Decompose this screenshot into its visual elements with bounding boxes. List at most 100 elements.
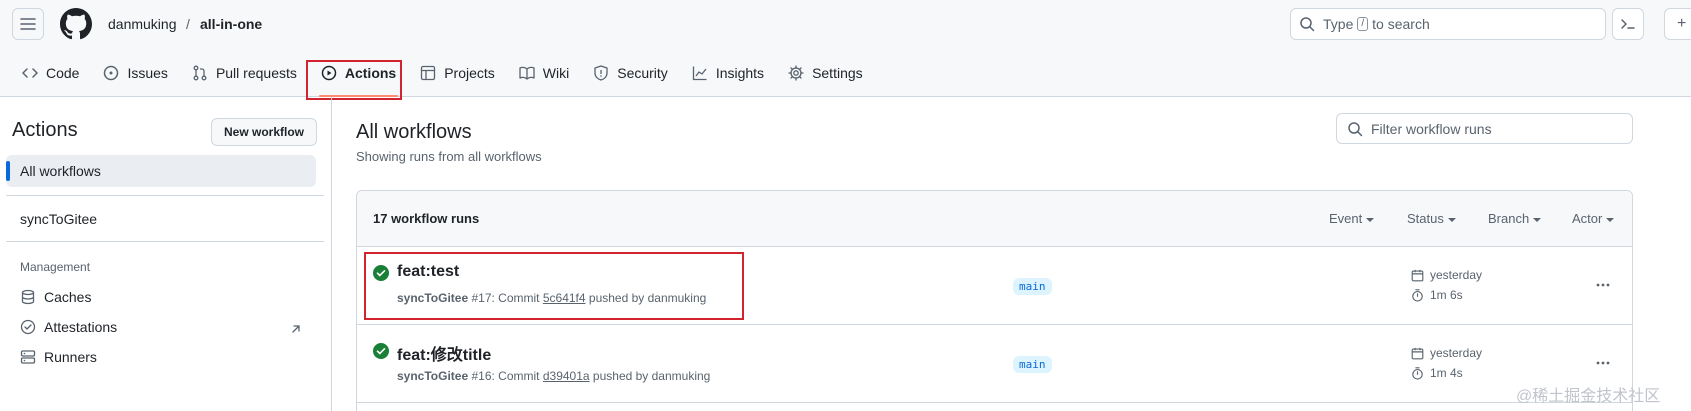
run-pushed-by: pushed by danmuking	[592, 369, 711, 383]
run-when: yesterday	[1430, 268, 1483, 282]
new-workflow-button[interactable]: New workflow	[211, 118, 317, 146]
search-suffix: to search	[1372, 16, 1430, 32]
chevron-down-icon	[1533, 217, 1542, 222]
menu-button[interactable]	[12, 8, 44, 40]
create-new-button[interactable]: +	[1664, 8, 1691, 40]
command-palette-button[interactable]	[1612, 8, 1644, 40]
filter-label: Branch	[1488, 211, 1530, 226]
code-icon	[22, 68, 38, 78]
tab-projects[interactable]: Projects	[410, 56, 505, 90]
stopwatch-icon	[1412, 366, 1423, 380]
sidebar-item-label: Attestations	[44, 319, 118, 335]
table-icon	[421, 65, 436, 81]
actor-filter-dropdown[interactable]: Actor	[1572, 211, 1615, 226]
branch-filter-dropdown[interactable]: Branch	[1488, 211, 1542, 226]
breadcrumb-repo[interactable]: all-in-one	[200, 16, 262, 32]
run-number: #16	[471, 369, 492, 383]
graph-icon	[692, 66, 707, 81]
run-highlight	[364, 252, 744, 320]
sidebar-item-label: Runners	[44, 349, 97, 365]
run-duration: 1m 4s	[1411, 366, 1463, 380]
global-search[interactable]: Type / to search	[1290, 8, 1606, 40]
run-title-link[interactable]: feat:修改title	[397, 341, 491, 365]
server-icon	[20, 350, 36, 364]
pull-request-icon	[193, 65, 207, 81]
management-heading: Management	[20, 260, 91, 274]
run-workflow-name: syncToGitee	[397, 369, 469, 383]
branch-badge[interactable]: main	[1013, 356, 1052, 373]
tab-label: Wiki	[542, 65, 570, 81]
tab-pull-requests[interactable]: Pull requests	[182, 56, 307, 90]
tab-insights[interactable]: Insights	[682, 56, 774, 90]
tab-label: Security	[617, 65, 668, 81]
watermark: @稀土掘金技术社区	[1516, 388, 1661, 405]
search-shortcut-key: /	[1357, 17, 1369, 31]
run-duration-value: 1m 4s	[1430, 366, 1463, 380]
sidebar-item-synctogitee[interactable]: syncToGitee	[20, 211, 97, 227]
repo-tabs: Code Issues Pull requests Actions Projec…	[12, 56, 877, 97]
sidebar-item-all-workflows[interactable]: All workflows	[6, 155, 316, 187]
search-icon	[1300, 17, 1315, 32]
book-icon	[519, 66, 535, 80]
sidebar-title: Actions	[12, 119, 78, 141]
tab-label: Projects	[444, 65, 495, 81]
event-filter-dropdown[interactable]: Event	[1329, 211, 1375, 226]
github-logo-icon[interactable]	[60, 8, 92, 40]
plus-icon: +	[1677, 15, 1687, 32]
tab-wiki[interactable]: Wiki	[509, 56, 579, 90]
filter-label: Event	[1329, 211, 1363, 226]
external-link-icon	[292, 325, 300, 333]
breadcrumb-separator: /	[186, 16, 190, 32]
tab-label: Issues	[127, 65, 168, 81]
tab-settings[interactable]: Settings	[778, 56, 873, 90]
kebab-menu-icon[interactable]	[1595, 277, 1611, 293]
filter-workflow-runs-input[interactable]: Filter workflow runs	[1336, 113, 1633, 144]
verified-icon	[20, 319, 36, 335]
tab-label: Insights	[715, 65, 765, 81]
stopwatch-icon	[1412, 288, 1423, 302]
tab-security[interactable]: Security	[583, 56, 678, 90]
status-filter-dropdown[interactable]: Status	[1407, 211, 1456, 226]
run-commit-prefix: : Commit	[491, 369, 540, 383]
search-icon	[1348, 121, 1363, 136]
hamburger-icon	[20, 18, 36, 30]
breadcrumb-owner[interactable]: danmuking	[108, 16, 177, 32]
tab-code[interactable]: Code	[12, 56, 89, 90]
tab-label: Settings	[812, 65, 863, 81]
chevron-down-icon	[1606, 217, 1615, 222]
database-icon	[21, 289, 35, 305]
divider	[6, 195, 324, 196]
actions-tab-highlight	[306, 60, 402, 100]
page-title: All workflows	[356, 121, 472, 143]
filter-placeholder: Filter workflow runs	[1371, 120, 1492, 137]
calendar-icon	[1411, 347, 1424, 359]
tab-label: Pull requests	[215, 65, 297, 81]
sidebar-item-runners[interactable]: Runners	[20, 349, 97, 365]
commit-sha-link[interactable]: d39401a	[543, 369, 590, 383]
sidebar-item-attestations[interactable]: Attestations	[20, 319, 117, 335]
runs-count: 17 workflow runs	[373, 211, 480, 226]
filter-label: Actor	[1572, 211, 1603, 226]
run-time: yesterday	[1411, 346, 1482, 360]
sidebar-item-label: All workflows	[20, 163, 101, 179]
terminal-icon	[1621, 19, 1635, 29]
run-meta: syncToGitee #16: Commit d39401a pushed b…	[397, 369, 710, 383]
shield-icon	[594, 65, 608, 81]
run-time: yesterday	[1411, 268, 1482, 282]
tab-issues[interactable]: Issues	[93, 56, 177, 90]
actions-sidebar: Actions New workflow All workflows syncT…	[0, 97, 332, 411]
branch-badge[interactable]: main	[1013, 278, 1052, 295]
search-prefix: Type	[1323, 16, 1354, 32]
issue-icon	[104, 65, 119, 81]
calendar-icon	[1411, 269, 1424, 281]
runs-list-header: 17 workflow runs Event Status Branch Act…	[357, 191, 1632, 247]
sidebar-item-label: Caches	[44, 289, 92, 305]
workflow-run-row[interactable]: feat:修改title syncToGitee #16: Commit d39…	[357, 325, 1632, 403]
sidebar-item-caches[interactable]: Caches	[20, 289, 91, 305]
page-subtitle: Showing runs from all workflows	[356, 149, 542, 164]
success-check-icon	[373, 343, 389, 359]
repo-header: danmuking / all-in-one Type / to search …	[0, 0, 1691, 97]
run-duration-value: 1m 6s	[1430, 288, 1463, 302]
filter-label: Status	[1407, 211, 1444, 226]
kebab-menu-icon[interactable]	[1595, 355, 1611, 371]
